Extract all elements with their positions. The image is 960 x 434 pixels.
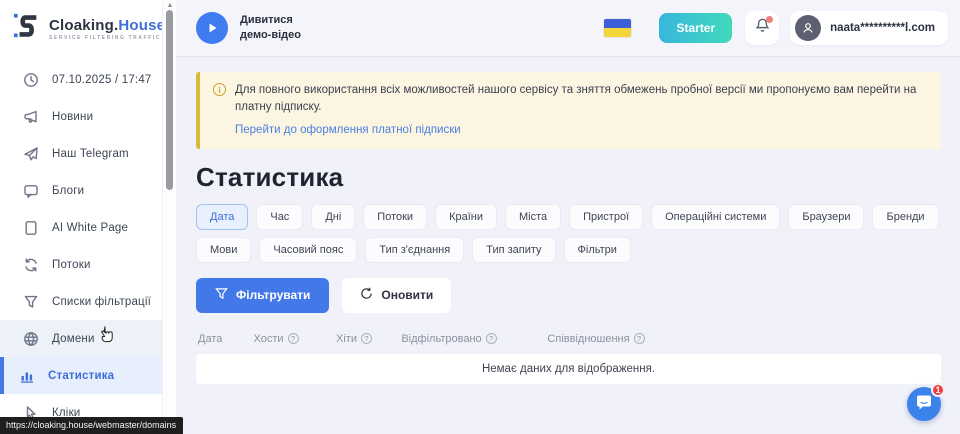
sidebar-item-label: Списки фільтрації [52, 296, 151, 308]
page-icon [23, 220, 39, 236]
sidebar-item-label: Статистика [48, 370, 114, 382]
topbar: Дивитися демо-відео Starter [176, 0, 960, 57]
sidebar-item-telegram[interactable]: Наш Telegram [0, 135, 162, 172]
plan-starter-button[interactable]: Starter [659, 13, 732, 43]
chat-icon [23, 183, 39, 199]
help-icon[interactable]: ? [361, 333, 372, 344]
tab-days[interactable]: Дні [311, 204, 355, 230]
sidebar: Cloaking.House SERVICE FILTERING TRAFFIC… [0, 0, 162, 434]
sidebar-item-filter-lists[interactable]: Списки фільтрації [0, 283, 162, 320]
funnel-icon [215, 287, 228, 303]
logo-text: Cloaking.House SERVICE FILTERING TRAFFIC [49, 17, 165, 41]
tab-countries[interactable]: Країни [435, 204, 497, 230]
tab-time[interactable]: Час [256, 204, 303, 230]
sidebar-item-label: Домени [52, 333, 95, 345]
column-header-filtered: Відфільтровано? [394, 333, 504, 345]
banner-text: Для повного використання всіх можливосте… [235, 82, 927, 117]
language-flag-ukraine[interactable] [604, 19, 631, 37]
upgrade-subscription-link[interactable]: Перейти до оформлення платної підписки [235, 124, 461, 136]
tab-filters[interactable]: Фільтри [564, 237, 631, 263]
tab-os[interactable]: Операційні системи [651, 204, 780, 230]
sidebar-nav: 07.10.2025 / 17:47 Новини Наш Telegram Блог… [0, 57, 162, 431]
sidebar-item-datetime[interactable]: 07.10.2025 / 17:47 [0, 61, 162, 98]
empty-state: Немає даних для відображення. [196, 354, 941, 384]
filter-button[interactable]: Фільтрувати [196, 278, 329, 313]
logo-icon [13, 11, 41, 46]
column-header-ratio: Співвідношення? [504, 333, 688, 345]
tab-streams[interactable]: Потоки [363, 204, 427, 230]
sync-icon [23, 257, 39, 273]
sidebar-item-label: AI White Page [52, 222, 128, 234]
sidebar-item-label: Блоги [52, 185, 84, 197]
tab-cities[interactable]: Міста [505, 204, 561, 230]
chat-icon [915, 393, 933, 416]
refresh-button[interactable]: Оновити [342, 278, 451, 313]
sidebar-item-label: 07.10.2025 / 17:47 [52, 74, 152, 86]
globe-icon [23, 331, 39, 347]
avatar [795, 15, 821, 41]
demo-video-label[interactable]: Дивитися демо-відео [240, 13, 301, 44]
app-window: Cloaking.House SERVICE FILTERING TRAFFIC… [0, 0, 960, 434]
notifications-button[interactable] [745, 11, 779, 45]
help-icon[interactable]: ? [634, 333, 645, 344]
user-menu[interactable]: naata**********l.com [790, 11, 948, 45]
stats-table-header: ДатаХости?Хіти?Відфільтровано?Співвіднош… [196, 326, 941, 352]
stats-tabs: Дата Час Дні Потоки Країни Міста Пристрої Опера… [196, 204, 941, 263]
column-header-date: Дата [196, 333, 238, 345]
column-header-hosts: Хости? [238, 333, 314, 345]
tab-timezone[interactable]: Часовий пояс [259, 237, 357, 263]
help-icon[interactable]: ? [288, 333, 299, 344]
content: i Для повного використання всіх можливос… [176, 57, 960, 434]
chat-unread-badge: 1 [931, 383, 945, 397]
sidebar-scrollbar[interactable]: ▲ ▼ [162, 0, 176, 434]
tab-devices[interactable]: Пристрої [569, 204, 643, 230]
scroll-up-arrow[interactable]: ▲ [163, 2, 177, 9]
tab-browsers[interactable]: Браузери [788, 204, 864, 230]
trial-warning-banner: i Для повного використання всіх можливос… [196, 72, 941, 149]
megaphone-icon [23, 109, 39, 125]
user-email: naata**********l.com [830, 22, 935, 34]
sidebar-item-label: Потоки [52, 259, 91, 271]
tab-languages[interactable]: Мови [196, 237, 251, 263]
logo[interactable]: Cloaking.House SERVICE FILTERING TRAFFIC [0, 0, 162, 57]
sidebar-item-statistics[interactable]: Статистика [0, 357, 162, 394]
action-row: Фільтрувати Оновити [196, 278, 941, 313]
scrollbar-thumb[interactable] [166, 10, 173, 190]
clock-icon [23, 72, 39, 88]
sidebar-item-streams[interactable]: Потоки [0, 246, 162, 283]
help-icon[interactable]: ? [486, 333, 497, 344]
funnel-icon [23, 294, 39, 310]
sidebar-item-label: Наш Telegram [52, 148, 129, 160]
page-title: Статистика [196, 162, 941, 193]
tab-date[interactable]: Дата [196, 204, 248, 230]
sidebar-item-blogs[interactable]: Блоги [0, 172, 162, 209]
sidebar-item-news[interactable]: Новини [0, 98, 162, 135]
send-icon [23, 146, 39, 162]
status-url-tooltip: https://cloaking.house/webmaster/domains [0, 417, 183, 434]
notification-dot [766, 16, 773, 23]
chat-widget-button[interactable]: 1 [907, 387, 941, 421]
sidebar-item-domains[interactable]: Домени [0, 320, 162, 357]
warning-icon: i [213, 83, 226, 96]
sidebar-item-ai-white-page[interactable]: AI White Page [0, 209, 162, 246]
bar-chart-icon [19, 368, 35, 384]
play-icon [206, 22, 218, 34]
logo-tagline: SERVICE FILTERING TRAFFIC [49, 35, 165, 41]
tab-request[interactable]: Тип запиту [472, 237, 555, 263]
tab-connection[interactable]: Тип з'єднання [365, 237, 464, 263]
refresh-icon [360, 287, 373, 303]
tab-brands[interactable]: Бренди [872, 204, 938, 230]
demo-video-play-button[interactable] [196, 12, 228, 44]
main-area: Дивитися демо-відео Starter [176, 0, 960, 434]
column-header-hits: Хіти? [314, 333, 394, 345]
sidebar-item-label: Новини [52, 111, 93, 123]
